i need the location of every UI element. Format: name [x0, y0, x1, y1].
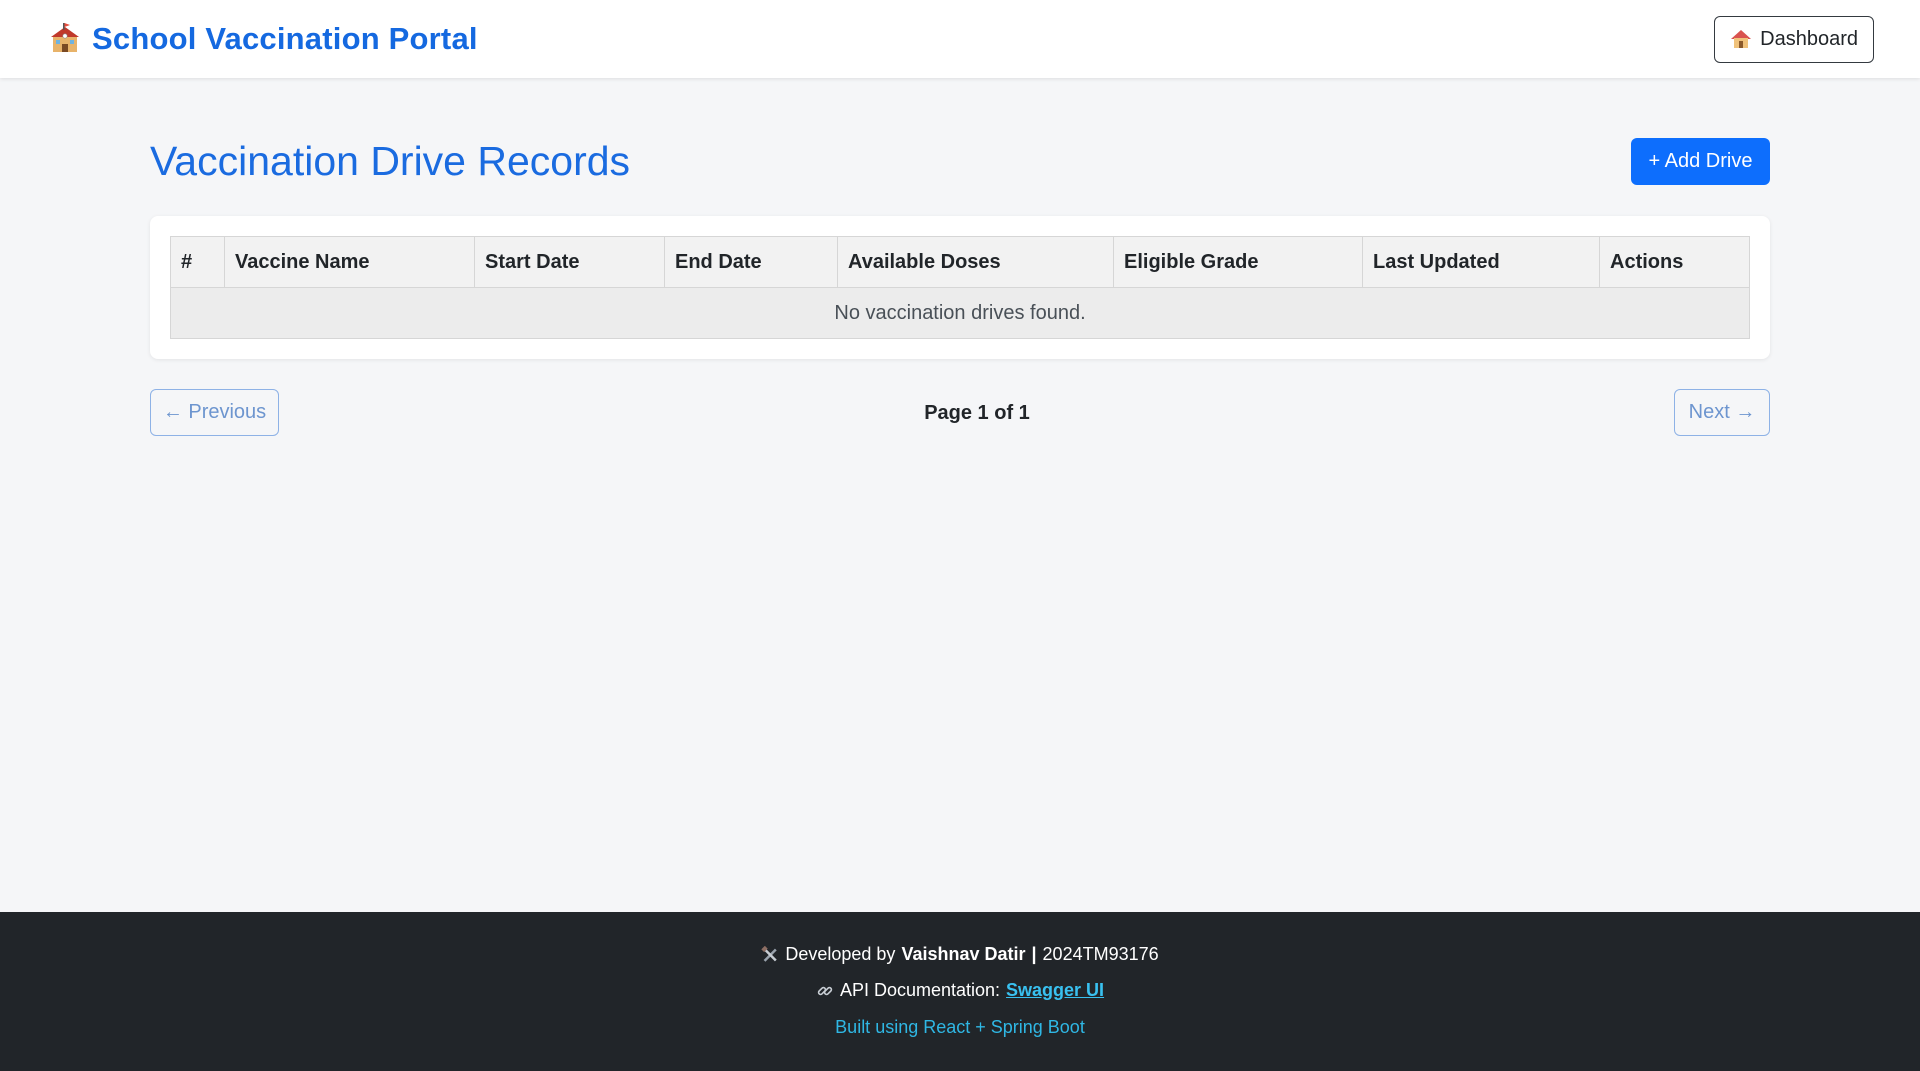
column-header-available-doses: Available Doses [837, 236, 1114, 288]
dashboard-label: Dashboard [1760, 27, 1858, 50]
footer-developer-line: Developed by Vaishnav Datir | 2024TM9317… [0, 944, 1920, 965]
table-row: No vaccination drives found. [170, 287, 1750, 339]
developed-by-prefix: Developed by [785, 944, 896, 964]
footer: Developed by Vaishnav Datir | 2024TM9317… [0, 912, 1920, 1071]
dashboard-button[interactable]: Dashboard [1714, 15, 1874, 63]
developer-id: 2024TM93176 [1042, 944, 1159, 964]
footer-api-line: API Documentation: Swagger UI [0, 980, 1920, 1001]
house-icon [1730, 28, 1752, 50]
column-header-end-date: End Date [664, 236, 838, 288]
column-header-actions: Actions [1599, 236, 1750, 288]
developer-name: Vaishnav Datir [901, 944, 1026, 964]
tools-icon [761, 945, 779, 964]
column-header-vaccine-name: Vaccine Name [224, 236, 475, 288]
swagger-ui-link[interactable]: Swagger UI [1006, 980, 1104, 1001]
brand[interactable]: School Vaccination Portal [48, 21, 478, 57]
school-icon [48, 22, 82, 56]
column-header-number: # [170, 236, 225, 288]
footer-separator: | [1031, 944, 1037, 964]
empty-table-message: No vaccination drives found. [170, 287, 1750, 339]
records-card: # Vaccine Name Start Date End Date Avail… [150, 216, 1770, 359]
next-page-button[interactable]: Next → [1674, 389, 1770, 436]
column-header-last-updated: Last Updated [1362, 236, 1600, 288]
api-doc-prefix: API Documentation: [839, 980, 1001, 1000]
records-table: # Vaccine Name Start Date End Date Avail… [170, 236, 1750, 339]
app-title: School Vaccination Portal [92, 21, 478, 56]
column-header-start-date: Start Date [474, 236, 665, 288]
table-header-row: # Vaccine Name Start Date End Date Avail… [170, 236, 1750, 288]
page-title: Vaccination Drive Records [150, 138, 631, 184]
footer-built-with: Built using React + Spring Boot [835, 1017, 1085, 1037]
page-indicator: Page 1 of 1 [924, 402, 1030, 424]
add-drive-button[interactable]: + Add Drive [1631, 138, 1770, 185]
top-navbar: School Vaccination Portal Dashboard [0, 0, 1920, 78]
link-icon [816, 982, 834, 1000]
column-header-eligible-grade: Eligible Grade [1113, 236, 1363, 288]
